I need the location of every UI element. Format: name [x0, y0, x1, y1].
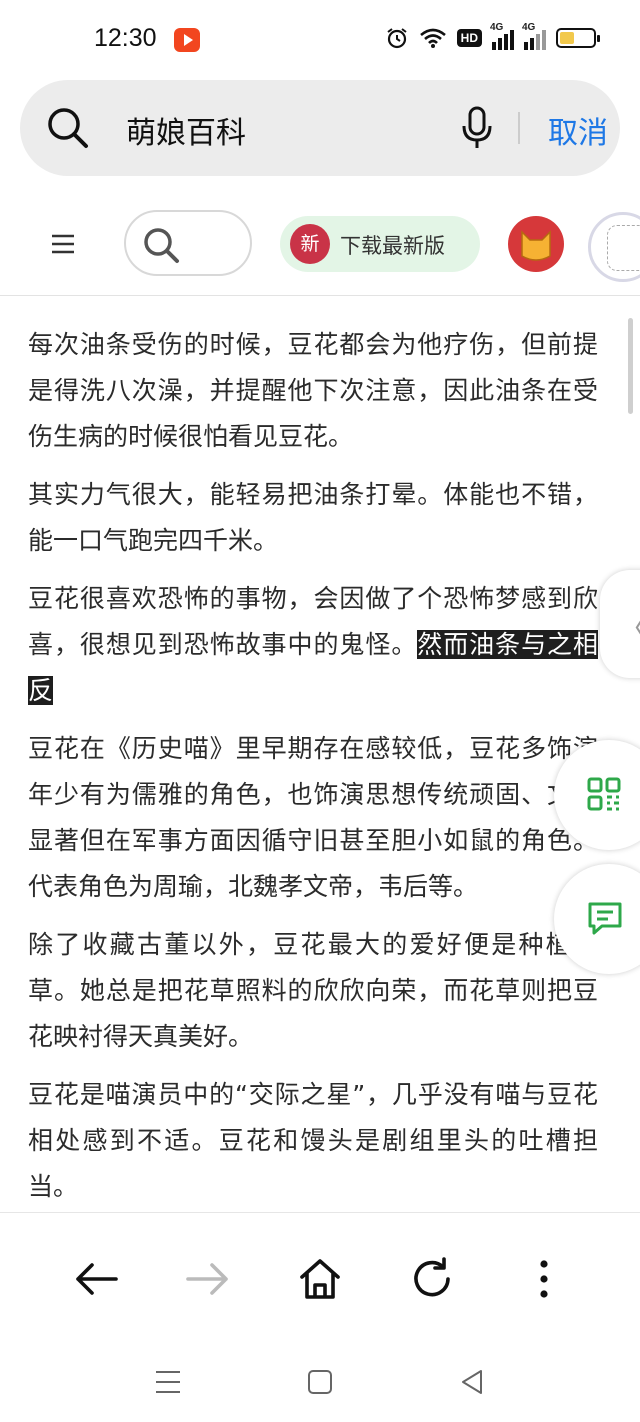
site-search-button[interactable] — [124, 210, 252, 276]
article-body: 每次油条受伤的时候，豆花都会为他疗伤，但前提是得洗八次澡，并提醒他下次注意，因此… — [28, 296, 598, 1212]
signal-icon-1: 4G — [490, 22, 514, 50]
page-scrollbar[interactable] — [628, 318, 633, 414]
article-paragraph-2: 其实力气很大，能轻易把油条打晕。体能也不错，能一口气跑完四千米。 — [28, 480, 598, 555]
browser-bottom-nav — [0, 1212, 640, 1340]
article-paragraph-5: 除了收藏古董以外，豆花最大的爱好便是种植花草。她总是把花草照料的欣欣向荣，而花草… — [28, 930, 598, 1051]
search-query[interactable]: 萌娘百科 — [126, 108, 246, 152]
home-icon — [300, 1259, 340, 1299]
arrow-right-icon — [186, 1263, 228, 1295]
microphone-icon[interactable] — [460, 106, 494, 150]
signal-label-1: 4G — [490, 22, 504, 33]
status-time: 12:30 — [94, 24, 157, 52]
download-label: 下载最新版 — [340, 234, 445, 258]
comment-icon — [588, 902, 622, 935]
cat-avatar[interactable] — [508, 216, 564, 272]
user-avatar[interactable] — [588, 212, 640, 282]
grid-icon — [587, 777, 621, 811]
new-badge: 新 — [290, 224, 330, 264]
side-tab-chevron-icon: 〈 — [618, 604, 640, 648]
wifi-icon — [419, 28, 446, 48]
hd-badge: HD — [456, 29, 482, 47]
cancel-button[interactable]: 取消 — [548, 108, 608, 152]
system-back-button[interactable] — [450, 1360, 494, 1404]
status-icons: HD 4G 4G — [385, 22, 600, 50]
search-icon — [48, 108, 88, 148]
recent-apps-button[interactable] — [146, 1360, 190, 1404]
forward-button[interactable] — [178, 1249, 238, 1309]
site-header: 新 下载最新版 — [0, 196, 640, 296]
signal-icon-2: 4G — [522, 22, 546, 50]
back-button[interactable] — [66, 1249, 126, 1309]
divider — [518, 112, 520, 144]
article-paragraph-6: 豆花是喵演员中的“交际之星”，几乎没有喵与豆花相处感到不适。豆花和馒头是剧组里头… — [28, 1080, 598, 1201]
side-drawer-tab[interactable]: 〈 — [600, 570, 640, 678]
download-app-button[interactable]: 新 下载最新版 — [280, 216, 480, 272]
home-button[interactable] — [290, 1249, 350, 1309]
signal-label-2: 4G — [522, 22, 536, 33]
menu-lines-icon — [156, 1371, 180, 1393]
article-paragraph-1: 每次油条受伤的时候，豆花都会为他疗伤，但前提是得洗八次澡，并提醒他下次注意，因此… — [28, 330, 598, 451]
article-paragraph-4: 豆花在《历史喵》里早期存在感较低，豆花多饰演年少有为儒雅的角色，也饰演思想传统顽… — [28, 734, 598, 901]
video-app-icon — [174, 28, 200, 52]
status-bar: 12:30 HD 4G 4G — [0, 0, 640, 80]
cat-face-icon — [521, 230, 551, 261]
triangle-back-icon — [462, 1370, 482, 1394]
square-icon — [308, 1370, 332, 1394]
more-options-button[interactable] — [514, 1249, 574, 1309]
system-nav-bar — [0, 1340, 640, 1422]
refresh-icon — [414, 1257, 450, 1297]
more-vertical-icon — [540, 1260, 548, 1298]
battery-icon — [556, 28, 600, 48]
site-search-icon — [144, 228, 179, 263]
menu-icon[interactable] — [50, 234, 76, 254]
search-bar[interactable]: 萌娘百科 取消 — [20, 80, 620, 176]
article-paragraph-3: 豆花很喜欢恐怖的事物，会因做了个恐怖梦感到欣喜，很想见到恐怖故事中的鬼怪。然而油… — [28, 576, 598, 714]
alarm-icon — [387, 28, 407, 49]
refresh-button[interactable] — [402, 1249, 462, 1309]
arrow-left-icon — [76, 1263, 118, 1295]
system-home-button[interactable] — [298, 1360, 342, 1404]
